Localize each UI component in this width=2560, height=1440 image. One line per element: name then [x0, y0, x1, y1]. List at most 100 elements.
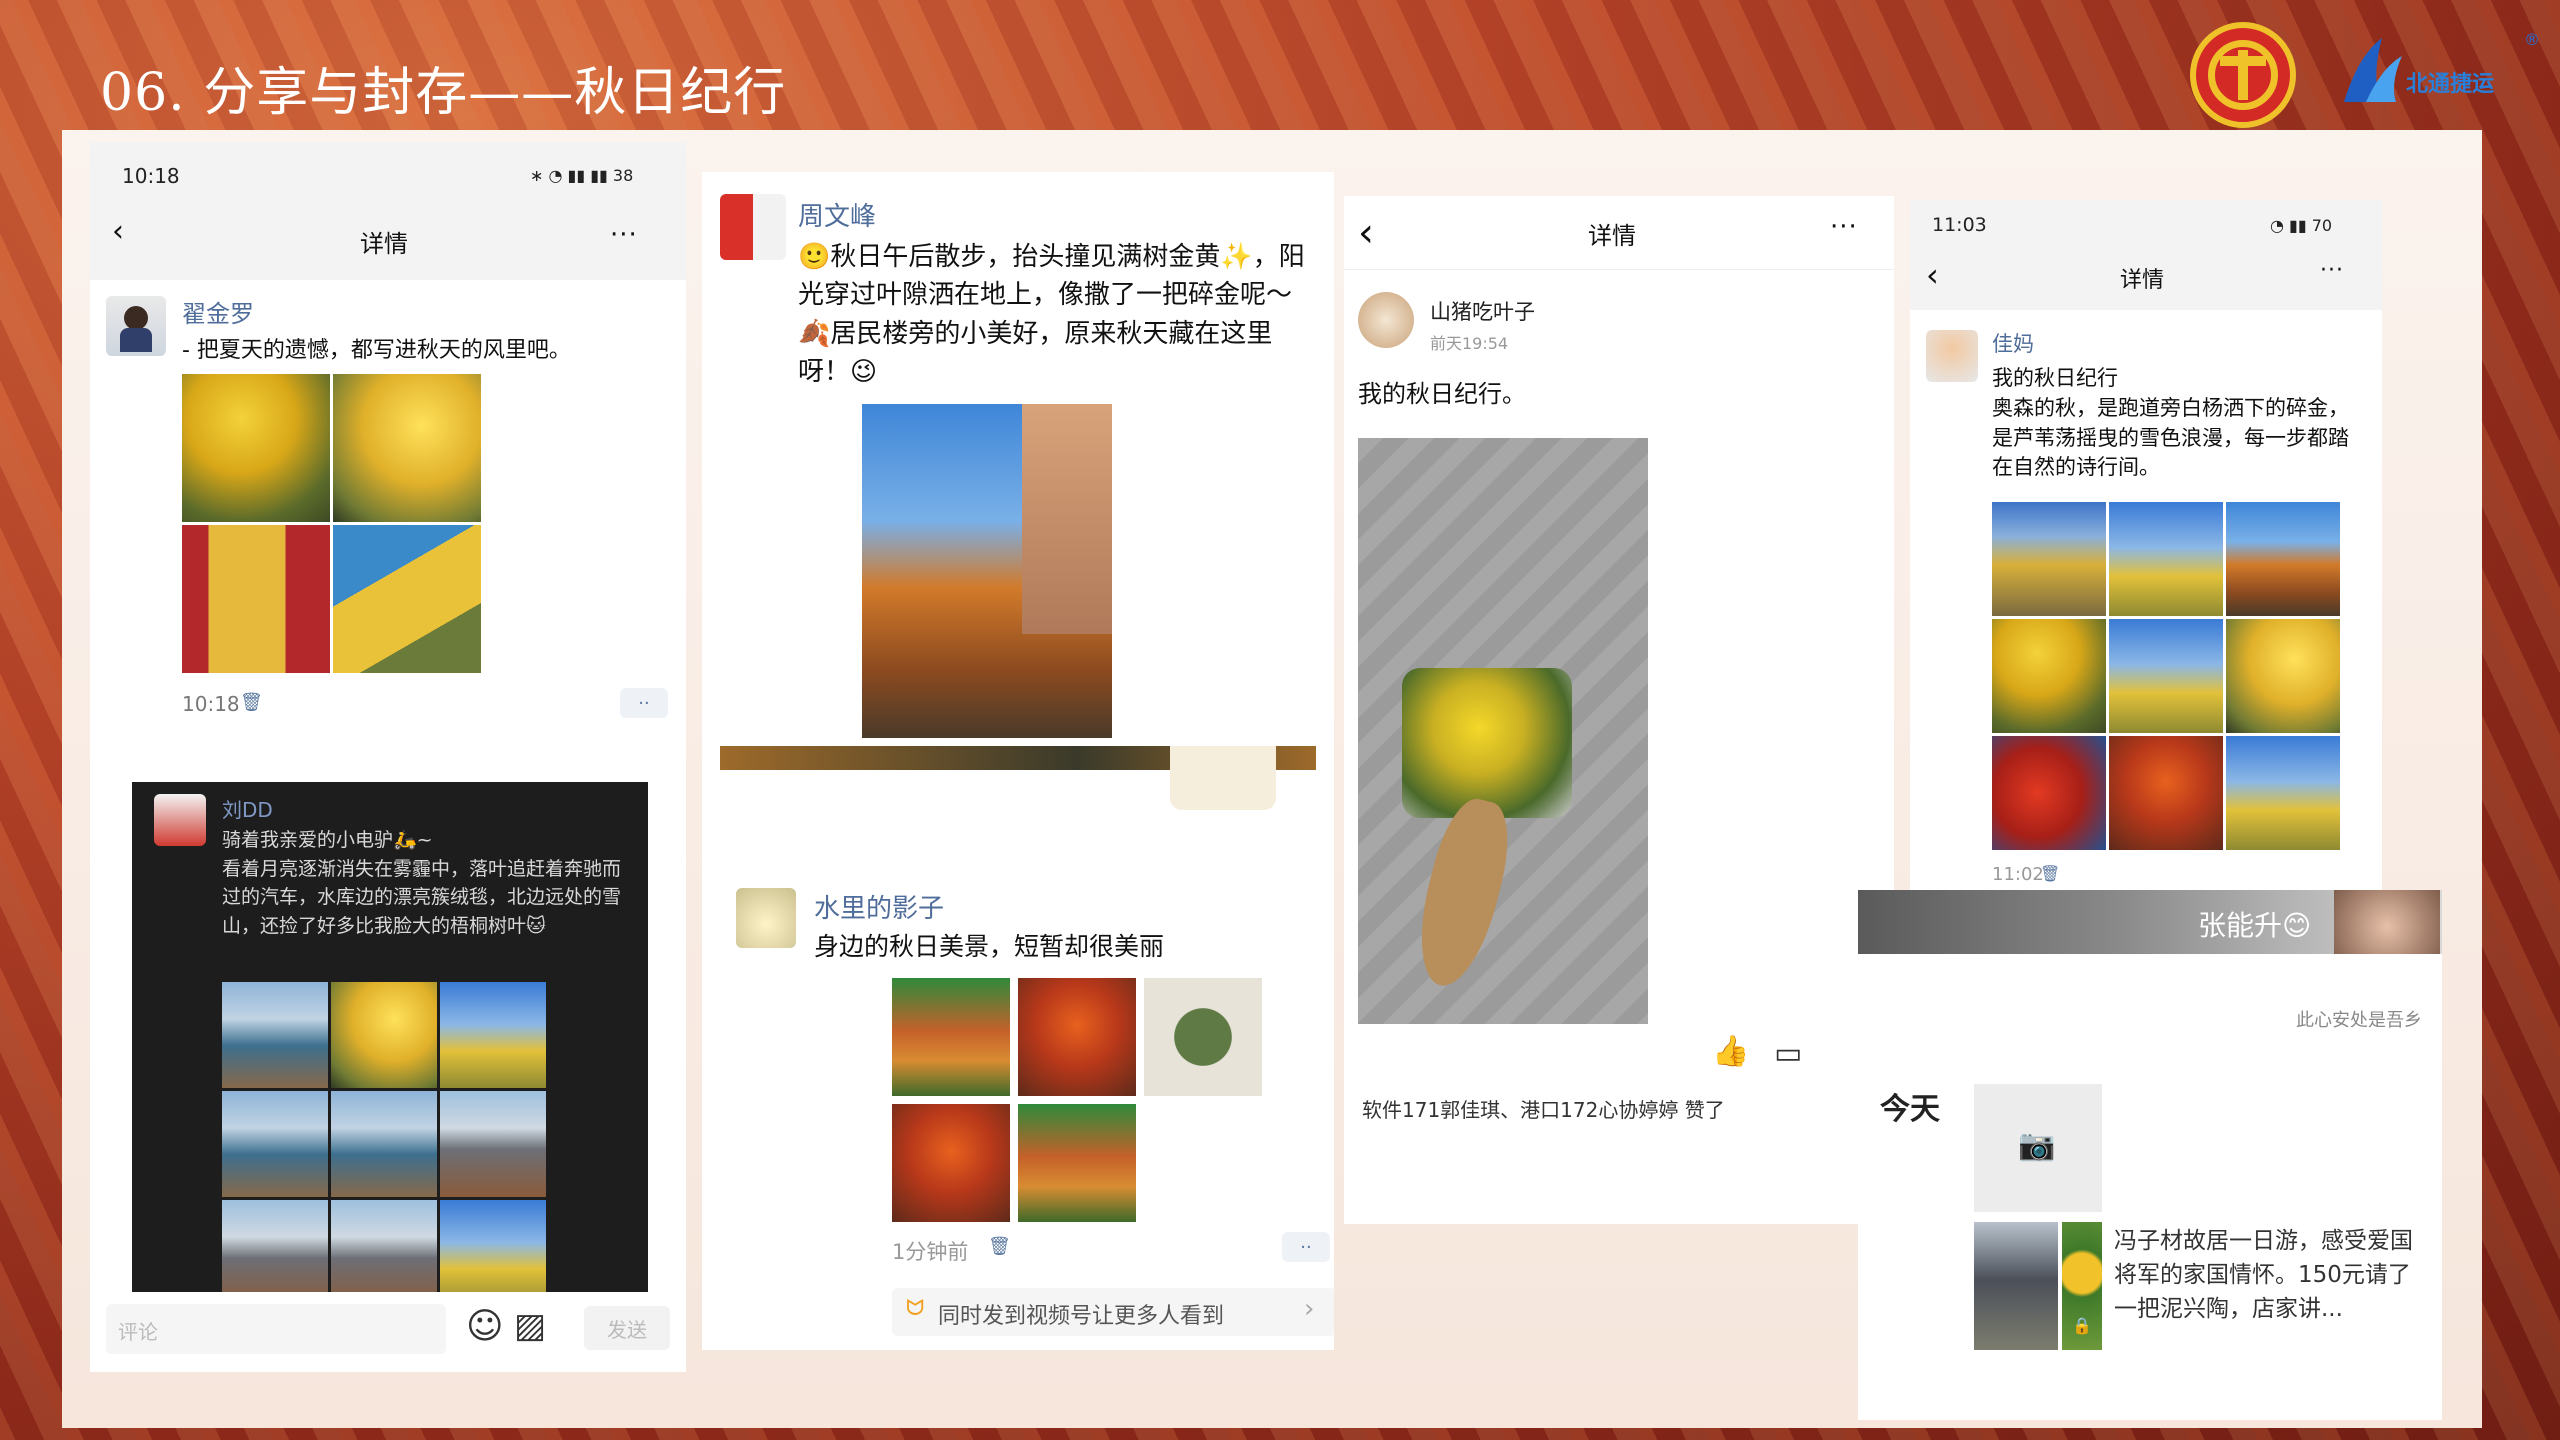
user-name[interactable]: 周文峰 [798, 196, 876, 233]
post-text[interactable]: 冯子材故居一日游，感受爱国将军的家国情怀。150元请了一把泥兴陶，店家讲... [2114, 1224, 2414, 1326]
post-text: 骑着我亲爱的小电驴🛵~ 看着月亮逐渐消失在雾霾中，落叶追赶着奔驰而过的汽车，水库… [222, 829, 622, 937]
profile-name[interactable]: 张能升😊 [2198, 904, 2311, 944]
photo-ginkgo-sky[interactable] [2109, 619, 2223, 733]
photo-red-leaves[interactable] [892, 1104, 1010, 1222]
photo-reservoir[interactable] [222, 1091, 328, 1197]
post-time: 前天19:54 [1430, 334, 1509, 353]
brand-text: 北通捷运 [2406, 72, 2495, 97]
back-button[interactable]: ‹ [1358, 210, 1374, 256]
signature: 此心安处是吾乡 [2296, 1010, 2422, 1031]
user-name[interactable]: 佳妈 [1992, 328, 2034, 358]
more-button[interactable]: ··· [2320, 258, 2344, 283]
photo-residence[interactable] [1974, 1222, 2058, 1350]
send-label: 发送 [607, 1317, 647, 1342]
add-photo-placeholder[interactable]: 📷 [1974, 1084, 2102, 1212]
photo-orange-tree[interactable] [2109, 736, 2223, 850]
photo-mountain-autumn[interactable] [440, 1091, 546, 1197]
post-text: 身边的秋日美景，短暂却很美丽 [814, 932, 1165, 961]
user-name[interactable]: 刘DD [222, 794, 273, 823]
photo-snow-mountain[interactable] [222, 1200, 328, 1306]
brand-logo: ® 北通捷运 [2336, 30, 2546, 110]
photo-lake[interactable] [331, 1091, 437, 1197]
share-to-channels[interactable]: ᗢ 同时发到视频号让更多人看到 › [892, 1288, 1334, 1336]
image-icon[interactable]: ▨ [514, 1306, 546, 1346]
photo-hillside[interactable] [1018, 1104, 1136, 1222]
comment-input[interactable]: 评论 [106, 1304, 446, 1354]
content-panel: 10:18 ∗ ◔ ▮▮ ▮▮ 38 ‹ 详情 ··· 翟金罗 - 把夏天的遗憾… [62, 130, 2482, 1428]
trade-union-logo [2190, 22, 2296, 128]
avatar[interactable] [736, 888, 796, 948]
screenshot-moments-1: 10:18 ∗ ◔ ▮▮ ▮▮ 38 ‹ 详情 ··· 翟金罗 - 把夏天的遗憾… [90, 142, 686, 1372]
delete-icon[interactable]: 🗑 [2040, 864, 2060, 883]
slide-title: 06. 分享与封存——秋日纪行 [100, 63, 787, 123]
delete-icon[interactable]: 🗑 [988, 1236, 1011, 1257]
photo-yellow-trees[interactable] [331, 982, 437, 1088]
send-button[interactable]: 发送 [584, 1306, 670, 1350]
like-icon[interactable]: 👍 [1712, 1034, 1749, 1069]
status-time: 11:03 [1932, 214, 1987, 236]
photo-far-mountain[interactable] [331, 1200, 437, 1306]
photo-poplar[interactable] [2109, 502, 2223, 616]
back-button[interactable]: ‹ [1926, 256, 1939, 294]
post-text: - 把夏天的遗憾，都写进秋天的风里吧。 [182, 338, 571, 363]
photo-grid [182, 374, 481, 673]
photo-red-gate[interactable] [182, 525, 330, 673]
photo-golden-tree[interactable] [2226, 736, 2340, 850]
photo-red-maple[interactable] [1992, 736, 2106, 850]
comment-bar: 评论 ☺ ▨ 发送 [90, 1292, 686, 1372]
photo-autumn-building[interactable] [862, 404, 1112, 738]
photo-grid [892, 978, 1262, 1222]
comment-placeholder: 评论 [118, 1320, 158, 1344]
header: 11:03 ◔ ▮▮ 70 ‹ 详情 ··· [1910, 200, 2382, 310]
user-name[interactable]: 山猪吃叶子 [1430, 296, 1535, 326]
status-icons: ∗ ◔ ▮▮ ▮▮ 38 [530, 166, 634, 185]
nav-bar: ‹ 详情 ··· [90, 200, 686, 280]
action-dots-button[interactable]: ·· [620, 688, 668, 718]
user-name[interactable]: 水里的影子 [814, 888, 944, 925]
chevron-right-icon: › [1304, 1294, 1315, 1324]
photo-yellow-grove[interactable] [1992, 619, 2106, 733]
screenshot-profile-chat: 张能升😊 此心安处是吾乡 今天 📷 🔒 冯子材故居一日游，感受爱国将军的家国情怀… [1858, 890, 2442, 1420]
user-name[interactable]: 翟金罗 [182, 294, 254, 329]
action-dots-button[interactable]: ·· [1282, 1232, 1330, 1262]
delete-icon[interactable]: 🗑 [240, 692, 263, 713]
date-today: 今天 [1880, 1092, 1940, 1127]
share-text: 同时发到视频号让更多人看到 [938, 1304, 1225, 1329]
back-button[interactable]: ‹ [112, 214, 124, 249]
nav-title: 详情 [2120, 268, 2165, 293]
photo-ginkgo-trees[interactable] [333, 374, 481, 522]
avatar[interactable] [1926, 330, 1978, 382]
photo-tower[interactable] [2226, 502, 2340, 616]
photo-temple-roof[interactable] [333, 525, 481, 673]
photo-branches[interactable] [2226, 619, 2340, 733]
photo-leaf-in-hand[interactable] [440, 1200, 546, 1306]
nav-title: 详情 [1588, 222, 1636, 250]
registered-mark: ® [2524, 30, 2540, 49]
avatar[interactable] [154, 794, 206, 846]
post-text: 🙂秋日午后散步，抬头撞见满树金黄✨，阳光穿过叶隙洒在地上，像撒了一把碎金呢～🍂居… [798, 242, 1305, 388]
more-button[interactable]: ··· [1830, 212, 1858, 242]
photo-leaf[interactable] [1144, 978, 1262, 1096]
photo-forest-path[interactable] [892, 978, 1010, 1096]
photo-flower[interactable]: 🔒 [2062, 1222, 2102, 1350]
photo-moon-sky[interactable] [440, 982, 546, 1088]
profile-cover: 张能升😊 [1858, 890, 2442, 954]
photo-pavilion[interactable] [182, 374, 330, 522]
avatar[interactable] [1358, 292, 1414, 348]
post-text: 我的秋日纪行 奥森的秋，是跑道旁白杨洒下的碎金，是芦苇荡摇曳的雪色浪漫，每一步都… [1992, 366, 2349, 480]
photo-mirror-road[interactable] [222, 982, 328, 1088]
nav-title: 详情 [360, 230, 408, 258]
comment-icon[interactable]: ▭ [1774, 1036, 1802, 1071]
avatar[interactable] [106, 296, 166, 356]
photo-leaves-in-box[interactable] [1358, 438, 1648, 1024]
more-button[interactable]: ··· [610, 220, 638, 250]
profile-avatar[interactable] [2334, 890, 2440, 954]
photo-running-path[interactable] [1992, 502, 2106, 616]
photo-red-tree[interactable] [1018, 978, 1136, 1096]
sail-icon [2344, 38, 2402, 102]
status-icons: ◔ ▮▮ 70 [2270, 216, 2333, 235]
emoji-icon[interactable]: ☺ [466, 1306, 504, 1347]
nav-bar: ‹ 详情 ··· [1344, 196, 1894, 270]
status-time: 10:18 [122, 164, 180, 188]
avatar[interactable] [720, 194, 786, 260]
